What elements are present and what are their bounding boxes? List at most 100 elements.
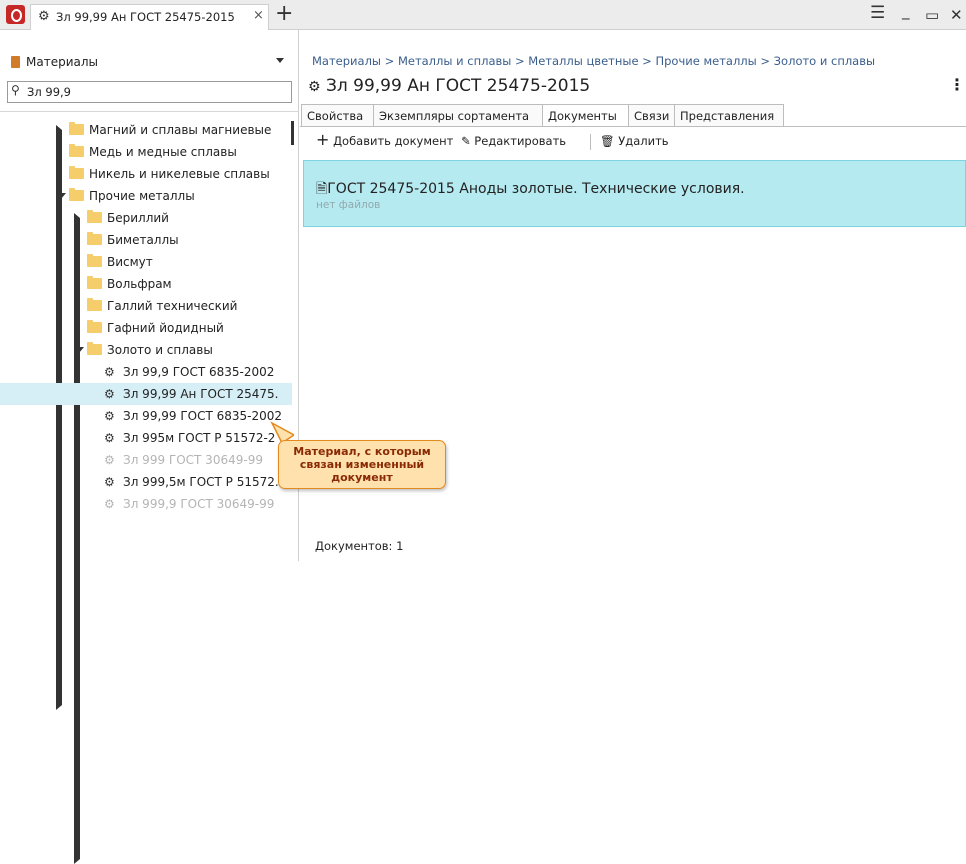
tree-folder-item[interactable]: Вольфрам: [0, 273, 292, 820]
tree-item-label: Медь и медные сплавы: [89, 145, 237, 159]
tree-material-item[interactable]: ⚙ Зл 99,99 Ан ГОСТ 25475.: [0, 383, 292, 405]
tab-title: Зл 99,99 Ан ГОСТ 25475-2015: [56, 10, 235, 24]
material-icon: ⚙: [104, 431, 115, 445]
document-files-status: нет файлов: [316, 199, 381, 211]
tree-item-label: Бериллий: [107, 211, 169, 225]
material-icon: ⚙: [104, 497, 115, 511]
maximize-button[interactable]: ▭: [925, 6, 939, 24]
delete-label: Удалить: [618, 134, 669, 148]
folder-icon: [69, 166, 84, 179]
tab-links[interactable]: Связи: [628, 104, 675, 127]
tree-material-item[interactable]: ⚙ Зл 99,99 ГОСТ 6835-2002: [0, 405, 292, 427]
document-icon: 🗎: [316, 181, 328, 197]
tree-folder-item[interactable]: Медь и медные сплавы: [0, 141, 292, 688]
tree-item-label: Магний и сплавы магниевые: [89, 123, 272, 137]
breadcrumb[interactable]: Материалы > Металлы и сплавы > Металлы ц…: [312, 54, 875, 68]
search-value[interactable]: Зл 99,9: [27, 85, 71, 99]
plus-icon: +: [316, 130, 330, 149]
trash-icon: 🗑: [600, 134, 615, 148]
minimize-button[interactable]: _: [902, 2, 910, 20]
tree-item-label: Зл 99,99 ГОСТ 6835-2002: [123, 409, 283, 423]
page-title-text: Зл 99,99 Ан ГОСТ 25475-2015: [325, 76, 591, 96]
edit-label: Редактировать: [474, 134, 567, 148]
folder-icon: [69, 144, 84, 157]
tree-folder-item[interactable]: Прочие металлы: [0, 185, 292, 207]
delete-button[interactable]: 🗑 Удалить: [600, 134, 669, 148]
edit-button[interactable]: ✎ Редактировать: [461, 134, 566, 148]
folder-icon: [69, 188, 84, 201]
callout-note: Материал, с которым связан измененный до…: [278, 440, 446, 489]
close-window-button[interactable]: ✕: [950, 6, 963, 24]
tree-material-item[interactable]: ⚙ Зл 999 ГОСТ 30649-99: [0, 449, 292, 471]
document-tab[interactable]: ⚙ Зл 99,99 Ан ГОСТ 25475-2015 ×: [30, 4, 269, 30]
tree-item-label: Биметаллы: [107, 233, 179, 247]
toolbar-separator: [590, 134, 591, 150]
pencil-icon: ✎: [461, 134, 471, 148]
folder-icon: [87, 210, 102, 223]
tree-folder-item[interactable]: Бериллий: [0, 207, 292, 754]
sidebar: Материалы ⚲ Зл 99,9 Магний и сплавы магн…: [0, 30, 299, 864]
menu-icon[interactable]: ☰: [870, 3, 885, 23]
document-card[interactable]: 🗎ГОСТ 25475-2015 Аноды золотые. Техничес…: [303, 160, 966, 227]
tree-item-label: Зл 999 ГОСТ 30649-99: [123, 453, 263, 467]
tree-folder-item[interactable]: Золото и сплавы: [0, 339, 292, 361]
search-input[interactable]: ⚲ Зл 99,9: [7, 81, 292, 103]
material-icon: ⚙: [38, 9, 50, 24]
tab-assortment[interactable]: Экземпляры сортамента: [373, 104, 543, 127]
material-icon: ⚙: [104, 387, 115, 401]
document-count: Документов: 1: [315, 539, 404, 553]
tree-folder-item[interactable]: Гафний йодидный: [0, 317, 292, 864]
book-icon: [11, 56, 20, 68]
tab-documents[interactable]: Документы: [542, 104, 629, 127]
tree-item-label: Зл 999,5м ГОСТ Р 51572...: [123, 475, 287, 489]
material-icon: ⚙: [104, 365, 115, 379]
chevron-down-icon[interactable]: [276, 58, 284, 63]
divider: [0, 111, 298, 112]
materials-selector-label: Материалы: [26, 55, 98, 69]
tree-item-label: Прочие металлы: [89, 189, 195, 203]
scrollbar[interactable]: [291, 121, 294, 145]
tree-item-label: Зл 999,9 ГОСТ 30649-99: [123, 497, 275, 511]
tree-folder-item[interactable]: Никель и никелевые сплавы: [0, 163, 292, 710]
tree-material-item[interactable]: ⚙ Зл 995м ГОСТ Р 51572-2: [0, 427, 292, 449]
divider: [300, 126, 966, 127]
tree-material-item[interactable]: ⚙ Зл 999,5м ГОСТ Р 51572...: [0, 471, 292, 493]
tab-close-icon[interactable]: ×: [253, 8, 264, 23]
folder-icon: [69, 122, 84, 135]
more-options-icon[interactable]: ⋮: [949, 75, 965, 94]
material-icon: ⚙: [104, 475, 115, 489]
tree-item-label: Вольфрам: [107, 277, 172, 291]
material-icon: ⚙: [104, 453, 115, 467]
document-name-text: ГОСТ 25475-2015 Аноды золотые. Техническ…: [327, 181, 745, 197]
tree-folder-item[interactable]: Галлий технический: [0, 295, 292, 842]
toolbar: + Добавить документ ✎ Редактировать 🗑 Уд…: [300, 128, 966, 156]
new-tab-button[interactable]: +: [275, 1, 293, 27]
caret-down-icon[interactable]: [56, 193, 66, 199]
add-document-button[interactable]: + Добавить документ: [316, 132, 454, 149]
tab-views[interactable]: Представления: [674, 104, 784, 127]
app-logo-icon[interactable]: [6, 5, 25, 24]
add-document-label: Добавить документ: [333, 134, 454, 148]
tree-item-label: Зл 995м ГОСТ Р 51572-2: [123, 431, 276, 445]
folder-icon: [87, 298, 102, 311]
material-icon: ⚙: [104, 409, 115, 423]
folder-icon: [87, 232, 102, 245]
folder-icon: [87, 276, 102, 289]
page-title: ⚙ Зл 99,99 Ан ГОСТ 25475-2015: [308, 76, 590, 96]
tree-folder-item[interactable]: Магний и сплавы магниевые: [0, 119, 292, 666]
materials-selector[interactable]: Материалы: [11, 55, 98, 69]
folder-icon: [87, 254, 102, 267]
tree-folder-item[interactable]: Биметаллы: [0, 229, 292, 776]
title-bar: ⚙ Зл 99,99 Ан ГОСТ 25475-2015 × + ☰ _ ▭ …: [0, 0, 966, 30]
material-icon: ⚙: [308, 79, 321, 95]
tree-item-label: Гафний йодидный: [107, 321, 224, 335]
tree-item-label: Никель и никелевые сплавы: [89, 167, 270, 181]
tree-material-item[interactable]: ⚙ Зл 99,9 ГОСТ 6835-2002: [0, 361, 292, 383]
tree-item-label: Галлий технический: [107, 299, 238, 313]
tree-item-label: Зл 99,9 ГОСТ 6835-2002: [123, 365, 275, 379]
tree-folder-item[interactable]: Висмут: [0, 251, 292, 798]
folder-icon: [87, 320, 102, 333]
caret-down-icon[interactable]: [74, 347, 84, 353]
tab-properties[interactable]: Свойства: [301, 104, 374, 127]
tree-material-item[interactable]: ⚙ Зл 999,9 ГОСТ 30649-99: [0, 493, 292, 515]
